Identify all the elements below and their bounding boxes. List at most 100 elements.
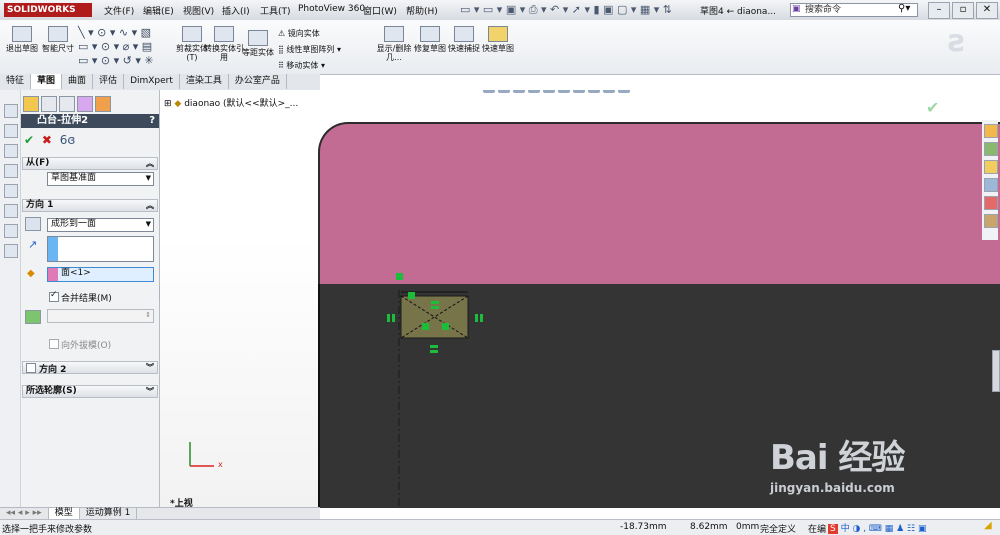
- direction-vector-icon: ↗: [28, 238, 38, 251]
- view-palette-icon[interactable]: [984, 178, 998, 192]
- sketch-state-label: 完全定义: [760, 525, 797, 535]
- preview-icon[interactable]: 6ɞ: [60, 133, 76, 147]
- sketch-entity-tools[interactable]: ╲ ▾ ⊙ ▾ ∿ ▾ ▧ ▭ ▾ ⊙ ▾ ⌀ ▾ ▤ ▭ ▾ ⊙ ▾ ↺ ▾ ✳: [78, 26, 154, 68]
- face-selection-field[interactable]: 面<1>: [47, 267, 154, 282]
- tab-dimxpert[interactable]: DimXpert: [124, 74, 180, 89]
- display-delete-relations-button[interactable]: 显示/删除几…: [374, 26, 414, 62]
- configuration-icon[interactable]: [59, 96, 75, 112]
- relation-glyph-vertical[interactable]: [475, 314, 478, 322]
- editing-label: 在编: [808, 525, 827, 535]
- reverse-direction-icon[interactable]: [25, 217, 41, 231]
- ime-toolbar[interactable]: S 中 ◑ , ⌨ ▦ ♟ ☷ ▣: [828, 521, 926, 534]
- move-entities-button[interactable]: ⠿ 移动实体 ▾: [278, 58, 341, 74]
- display-manager-icon[interactable]: [95, 96, 111, 112]
- rapid-sketch-button[interactable]: 快速草图: [478, 26, 518, 53]
- help-icon[interactable]: ?: [149, 114, 155, 128]
- section-direction1[interactable]: 方向 1 ︽: [22, 199, 158, 212]
- relation-glyph-equal[interactable]: [431, 306, 439, 309]
- menu-insert[interactable]: 插入(I): [222, 4, 250, 17]
- menu-edit[interactable]: 编辑(E): [143, 4, 174, 17]
- linear-pattern-button[interactable]: ⣿ 线性草图阵列 ▾: [278, 42, 341, 58]
- feature-tree-icon[interactable]: [23, 96, 39, 112]
- tab-office-products[interactable]: 办公室产品: [229, 74, 287, 89]
- menu-file[interactable]: 文件(F): [104, 4, 134, 17]
- title-bar: SOLIDWORKS 文件(F) 编辑(E) 视图(V) 插入(I) 工具(T)…: [0, 0, 1000, 21]
- relation-glyph-horizontal[interactable]: [430, 345, 438, 348]
- relation-glyph-equal[interactable]: [431, 301, 439, 304]
- file-explorer-icon[interactable]: [984, 160, 998, 174]
- quick-access-icons[interactable]: ▭ ▾ ▭ ▾ ▣ ▾ ⎙ ▾ ↶ ▾ ➚ ▾ ▮ ▣ ▢ ▾ ▦ ▾ ⇅: [460, 3, 672, 17]
- smart-dimension-button[interactable]: 智能尺寸: [38, 26, 78, 53]
- tab-model[interactable]: 模型: [48, 508, 80, 519]
- strip-icon-8[interactable]: [4, 244, 18, 258]
- mirror-entities-button[interactable]: ⚠ 镜向实体: [278, 26, 341, 42]
- draft-icon[interactable]: [25, 310, 41, 324]
- strip-icon-4[interactable]: [4, 164, 18, 178]
- relation-glyph-horizontal[interactable]: [430, 350, 438, 353]
- rapid-sketch-icon: [488, 26, 508, 42]
- strip-icon-5[interactable]: [4, 184, 18, 198]
- strip-icon-2[interactable]: [4, 124, 18, 138]
- cancel-icon[interactable]: ✖: [42, 133, 52, 147]
- end-condition-select[interactable]: 成形到一面 ▼: [47, 218, 154, 232]
- design-library-icon[interactable]: [984, 142, 998, 156]
- panel-title: 凸台-拉伸2 ?: [21, 114, 159, 128]
- relation-glyph-vertical[interactable]: [392, 314, 395, 322]
- menu-view[interactable]: 视图(V): [183, 4, 214, 17]
- direction-vector-field[interactable]: [47, 236, 154, 262]
- property-manager-icon[interactable]: [41, 96, 57, 112]
- offset-entities-button[interactable]: 等距实体: [238, 30, 278, 57]
- trim-icon: [182, 26, 202, 42]
- from-select[interactable]: 草图基准面 ▼: [47, 172, 154, 186]
- strip-icon-6[interactable]: [4, 204, 18, 218]
- minimize-icon[interactable]: –: [928, 2, 950, 19]
- relation-glyph-vertical[interactable]: [387, 314, 390, 322]
- task-pane-strip: [982, 120, 998, 240]
- search-icon: ▣: [792, 4, 801, 14]
- relation-glyph[interactable]: [442, 323, 449, 330]
- dimxpert-icon[interactable]: [77, 96, 93, 112]
- snap-icon: [454, 26, 474, 42]
- home-icon[interactable]: [984, 124, 998, 138]
- direction2-checkbox[interactable]: [26, 363, 36, 373]
- draft-angle-input[interactable]: ⇕: [47, 309, 154, 323]
- appearances-icon[interactable]: [984, 196, 998, 210]
- resize-grip-icon[interactable]: ◢: [984, 520, 992, 531]
- command-manager: 退出草图 智能尺寸 ╲ ▾ ⊙ ▾ ∿ ▾ ▧ ▭ ▾ ⊙ ▾ ⌀ ▾ ▤ ▭ ▾ …: [0, 20, 1000, 75]
- ok-icon[interactable]: ✔: [24, 133, 34, 147]
- search-magnifier-icon[interactable]: ⚲▾: [898, 3, 910, 14]
- draft-outward-label: 向外拔模(O): [61, 341, 112, 351]
- section-selected-contours[interactable]: 所选轮廓(S) ︾: [22, 385, 158, 398]
- strip-icon-1[interactable]: [4, 104, 18, 118]
- tab-evaluate[interactable]: 评估: [93, 74, 125, 89]
- strip-icon-7[interactable]: [4, 224, 18, 238]
- task-pane-handle[interactable]: [992, 350, 1000, 392]
- menu-tools[interactable]: 工具(T): [260, 4, 291, 17]
- tab-features[interactable]: 特征: [0, 74, 32, 89]
- merge-result-checkbox[interactable]: ✓: [49, 290, 59, 302]
- spin-icon: ⇕: [145, 311, 151, 319]
- tab-render-tools[interactable]: 渲染工具: [180, 74, 229, 89]
- custom-properties-icon[interactable]: [984, 214, 998, 228]
- tab-motion-study[interactable]: 运动算例 1: [80, 508, 138, 519]
- strip-icon-3[interactable]: [4, 144, 18, 158]
- maximize-icon[interactable]: ▫: [952, 2, 974, 19]
- tab-surfaces[interactable]: 曲面: [62, 74, 94, 89]
- section-from[interactable]: 从(F) ︽: [22, 157, 158, 170]
- relation-glyph[interactable]: [396, 273, 403, 280]
- relation-glyph-vertical[interactable]: [480, 314, 483, 322]
- menu-help[interactable]: 帮助(H): [406, 4, 438, 17]
- sogou-icon[interactable]: S: [828, 524, 838, 534]
- solidworks-logo[interactable]: SOLIDWORKS: [4, 3, 92, 17]
- scroll-arrows-icon[interactable]: ◂◂ ◂ ▸ ▸▸: [0, 508, 49, 519]
- ime-mode-icon[interactable]: 中 ◑ , ⌨ ▦ ♟ ☷ ▣: [841, 524, 927, 534]
- menu-window[interactable]: 窗口(W): [363, 4, 397, 17]
- draft-outward-checkbox[interactable]: [49, 339, 59, 349]
- relation-glyph[interactable]: [408, 292, 415, 299]
- section-direction2[interactable]: 方向 2 ︾: [22, 361, 158, 375]
- menu-photoview[interactable]: PhotoView 360: [298, 4, 365, 14]
- close-icon[interactable]: ✕: [976, 2, 998, 19]
- tab-sketch[interactable]: 草图: [31, 74, 63, 89]
- relation-glyph[interactable]: [422, 323, 429, 330]
- exit-sketch-button[interactable]: 退出草图: [2, 26, 42, 53]
